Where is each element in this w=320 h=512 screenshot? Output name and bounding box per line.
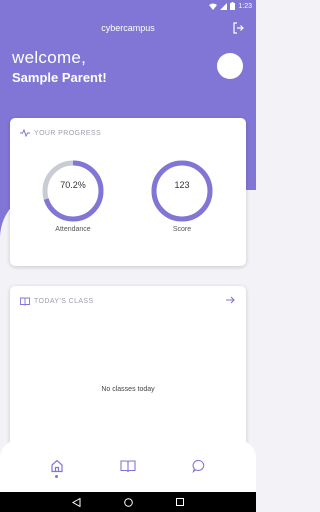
- home-circle-icon[interactable]: [124, 497, 133, 507]
- welcome-greeting: welcome,: [12, 48, 87, 67]
- score-label: Score: [172, 226, 192, 233]
- attendance-ring-chart: [42, 160, 104, 222]
- nav-book-button[interactable]: [118, 454, 138, 478]
- attendance-ring: 70.2% Attendance: [40, 158, 106, 233]
- system-nav-bar: [0, 492, 256, 512]
- status-time: 1:23: [238, 2, 252, 10]
- progress-title: YOUR PROGRESS: [34, 129, 102, 137]
- score-ring-chart: [151, 160, 213, 222]
- back-icon[interactable]: [71, 497, 81, 507]
- score-ring: 123 Score: [149, 158, 215, 233]
- home-icon: [51, 459, 63, 473]
- avatar[interactable]: [217, 53, 243, 79]
- battery-icon: [230, 2, 236, 10]
- bottom-nav: [0, 440, 256, 492]
- today-class-header: TODAY'S CLASS: [20, 296, 94, 306]
- status-bar: 1:23: [0, 0, 256, 12]
- nav-home-button[interactable]: [47, 454, 67, 478]
- score-value: 123: [174, 180, 190, 190]
- activity-icon: [20, 129, 30, 137]
- empty-classes-text: No classes today: [101, 386, 155, 393]
- recents-icon[interactable]: [176, 498, 185, 506]
- chat-icon: [192, 459, 204, 473]
- arrow-right-icon[interactable]: [224, 294, 236, 306]
- today-class-title: TODAY'S CLASS: [34, 297, 94, 305]
- app-title: cybercampus: [101, 23, 155, 33]
- progress-card: YOUR PROGRESS 70.2% Attendance 123 Score: [10, 118, 246, 266]
- wifi-icon: [209, 3, 218, 10]
- attendance-label: Attendance: [55, 226, 91, 233]
- signal-icon: [220, 2, 228, 10]
- welcome-name: Sample Parent!: [12, 70, 107, 85]
- nav-chat-button[interactable]: [189, 454, 209, 478]
- welcome-block: welcome, Sample Parent!: [12, 48, 107, 85]
- logout-icon[interactable]: [232, 22, 244, 34]
- score-ring-progress: [151, 160, 213, 222]
- app-bar: cybercampus: [0, 18, 256, 38]
- book-icon: [120, 460, 136, 473]
- attendance-value: 70.2%: [60, 180, 86, 190]
- nav-active-dot: [55, 475, 59, 478]
- book-open-icon: [20, 297, 30, 306]
- progress-header: YOUR PROGRESS: [20, 128, 101, 138]
